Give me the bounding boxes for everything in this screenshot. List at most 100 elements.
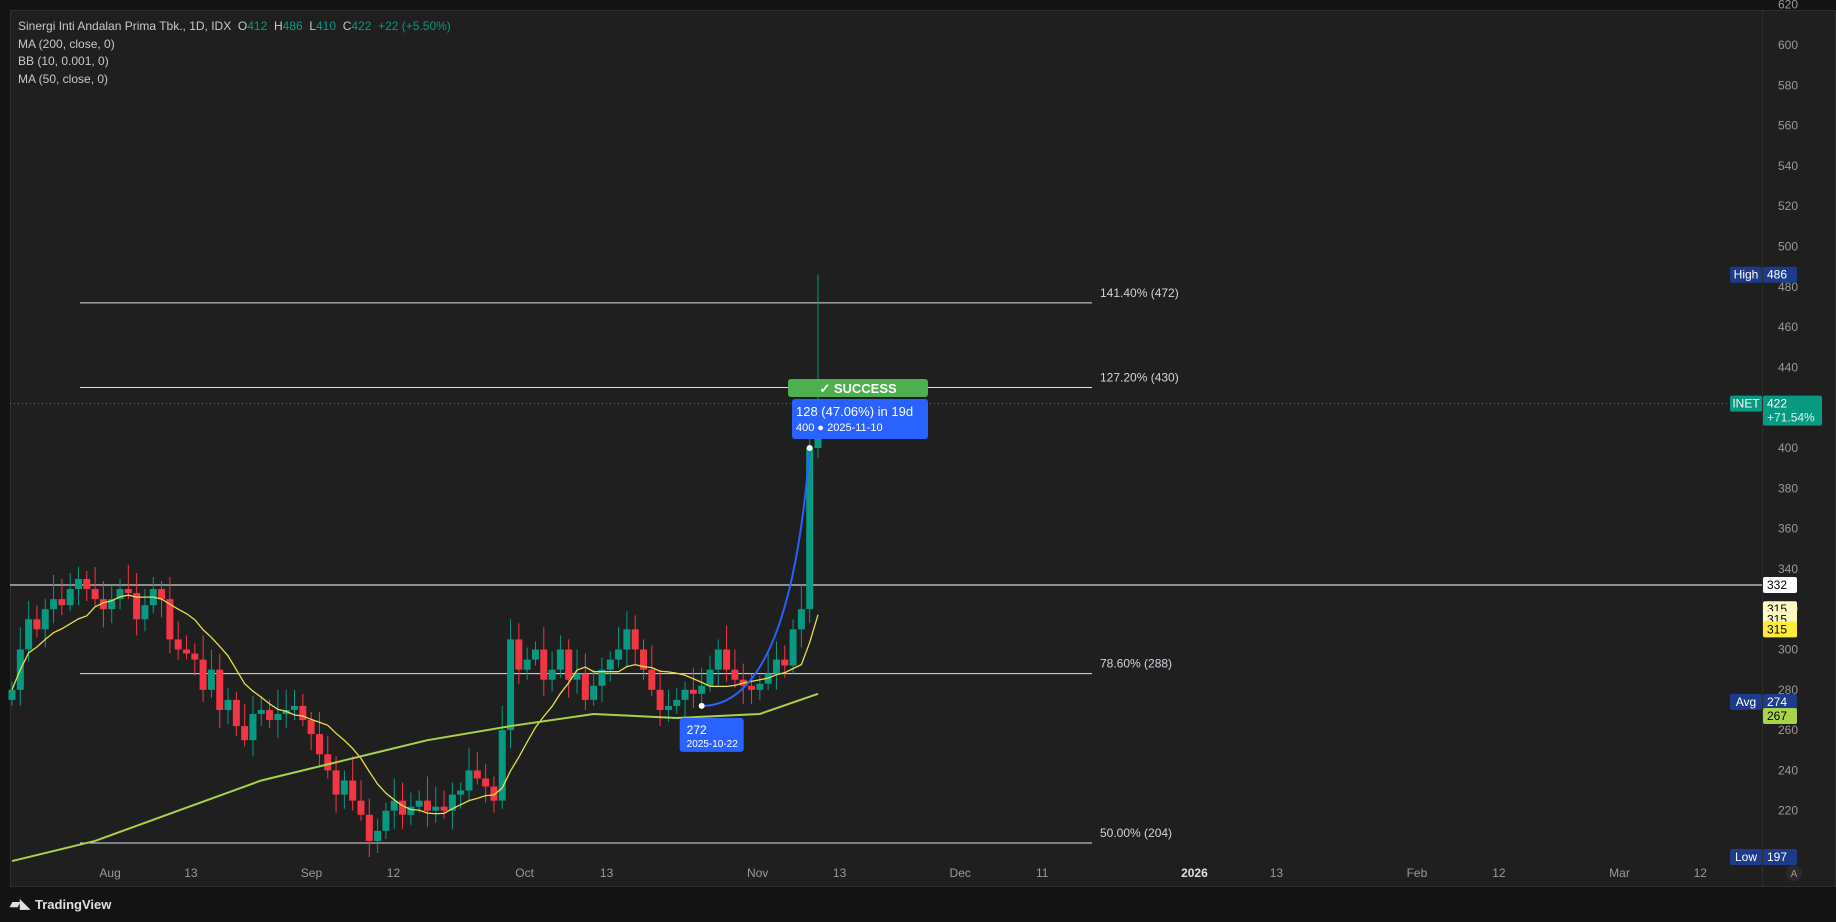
low-value: 410 [316,19,337,33]
price-axis-border [1762,11,1763,887]
start-price-label: 272 [687,723,707,737]
open-value: 412 [247,19,268,33]
candle-body [523,659,531,670]
time-tick-label: 13 [600,866,614,880]
candle-body [515,639,523,670]
candle-body [315,734,323,755]
projection-end-point [806,445,813,451]
candle-body [158,589,166,600]
candle-body [91,589,99,600]
price-tick-label: 460 [1778,320,1798,334]
axis-price-badge-change: +71.54% [1767,411,1815,425]
close-value: 422 [351,19,372,33]
price-tick-label: 440 [1778,360,1798,374]
open-label: O [237,19,248,33]
time-tick-label: Mar [1609,866,1630,880]
price-tick-label: 620 [1778,0,1798,12]
start-date-label: 2025-10-22 [687,739,739,750]
brand-name: TradingView [35,896,112,912]
tv-logo-icon: ▰◣ [10,896,30,911]
axis-badge-tag-label: High [1734,268,1759,282]
price-tick-label: 340 [1778,562,1798,576]
axis-badge-tag-label: Low [1735,850,1757,864]
time-tick-label: Oct [515,866,534,880]
price-tick-label: 380 [1778,481,1798,495]
candle-body [291,705,299,710]
candle-body [548,669,556,680]
price-tick-label: 560 [1778,119,1798,133]
candle-body [656,689,664,710]
candle-body [299,705,307,721]
candle-body [507,639,515,731]
time-tick-label: 12 [387,866,401,880]
candle-body [357,800,365,815]
candle-body [199,659,207,690]
candle-body [124,589,132,594]
indicator-ma200[interactable]: MA (200, close, 0) [18,36,451,54]
price-tick-label: 500 [1778,240,1798,254]
candle-body [340,780,348,795]
time-tick-label: 13 [184,866,198,880]
price-tick-label: 520 [1778,199,1798,213]
candle-body [531,649,539,660]
candle-body [565,649,573,680]
price-tick-label: 540 [1778,159,1798,173]
candle-body [689,689,697,694]
projection-start-point [698,702,705,709]
candle-body [465,770,473,791]
candle-body [482,778,490,787]
time-tick-label: Nov [747,866,768,880]
projection-summary: 128 (47.06%) in 19d [796,404,913,419]
candle-body [706,669,714,686]
candle-body [540,649,548,680]
candle-body [174,639,182,650]
candle-body [698,685,706,694]
time-tick-label: Feb [1407,866,1428,880]
candle-body [648,669,656,690]
candle-body [266,709,274,721]
candle-body [673,699,681,706]
candle-body [631,629,639,650]
chart-legend: Sinergi Inti Andalan Prima Tbk., 1D, IDX… [18,18,451,88]
price-tick-label: 600 [1778,38,1798,52]
candle-body [581,673,589,700]
time-tick-label: 11 [1036,866,1049,880]
change-value: +22 (+5.50%) [378,19,451,33]
low-label: L [309,19,316,33]
candle-body [141,605,149,620]
price-tick-label: 220 [1778,804,1798,818]
candle-body [74,578,82,590]
candle-body [216,669,224,710]
fib-level-label: 141.40% (472) [1100,286,1179,300]
candle-body [432,806,440,811]
candle-body [8,689,16,700]
indicator-ma50[interactable]: MA (50, close, 0) [18,71,451,89]
candle-body [232,699,240,727]
time-tick-label: Dec [950,866,971,880]
candle-body [25,619,33,650]
candle-body [615,649,623,660]
candle-body [473,770,481,779]
price-tick-label: 300 [1778,643,1798,657]
price-chart[interactable]: 2202402602803003203403603804004204404604… [0,0,1836,922]
price-tick-label: 360 [1778,522,1798,536]
indicator-bb[interactable]: BB (10, 0.001, 0) [18,53,451,71]
candle-body [66,589,74,606]
axis-badge-tag-label: INET [1732,397,1760,411]
candle-body [224,699,232,710]
price-tick-label: 580 [1778,78,1798,92]
candle-body [415,800,423,807]
candle-body [191,653,199,660]
candle-body [731,669,739,680]
candle-body [772,659,780,674]
tradingview-logo[interactable]: ▰◣ TradingView [10,896,111,912]
candle-body [681,689,689,700]
price-tick-label: 400 [1778,441,1798,455]
candle-body [440,806,448,811]
candle-body [556,649,564,670]
candle-body [249,713,257,741]
candle-body [349,780,357,801]
time-tick-label: Aug [99,866,120,880]
candle-body [365,814,373,841]
candle-body [590,685,598,700]
